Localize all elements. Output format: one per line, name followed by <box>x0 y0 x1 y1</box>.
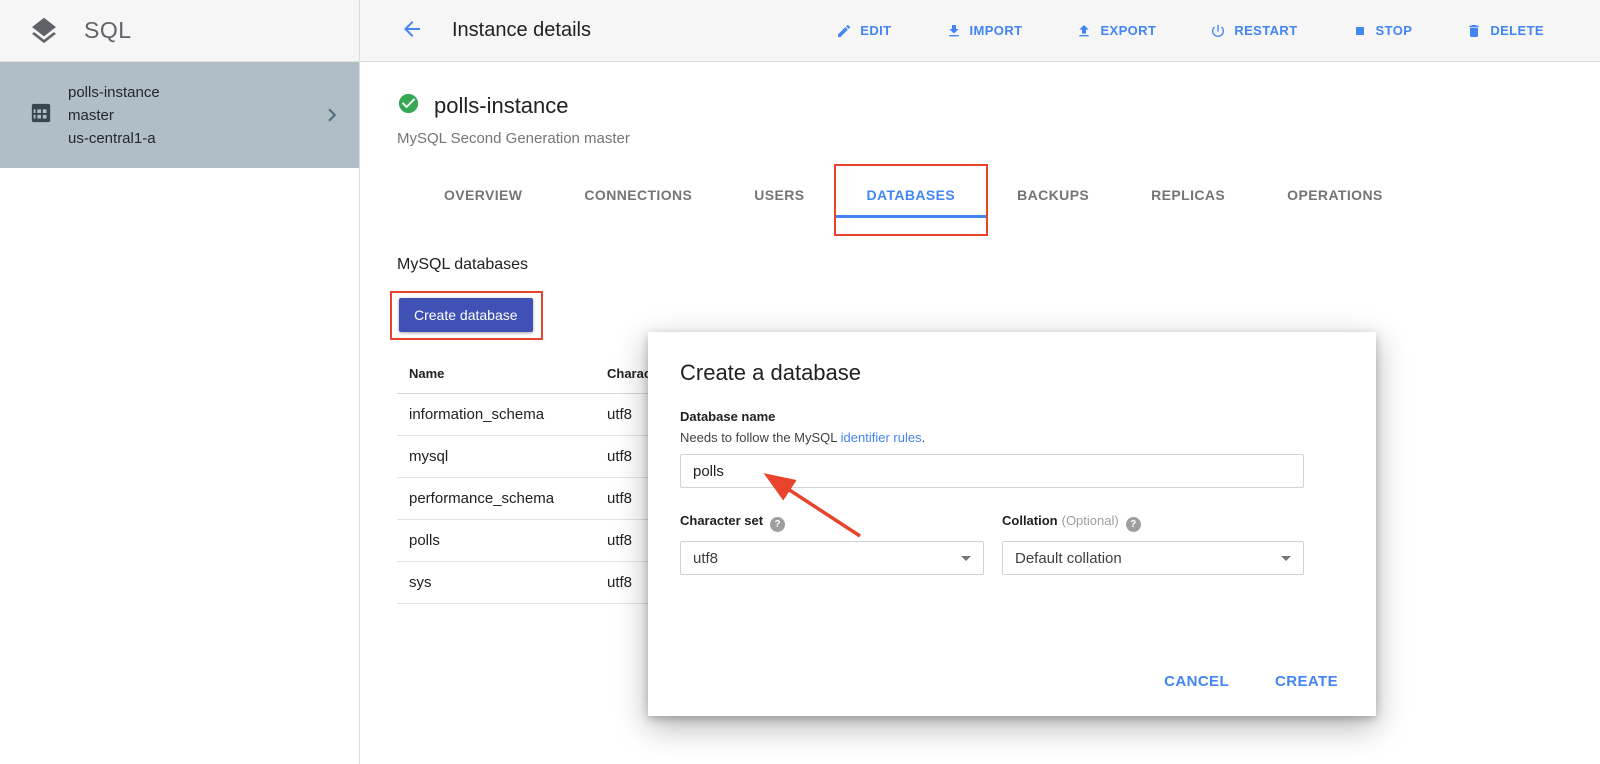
dropdown-caret-icon <box>961 556 971 561</box>
collation-dropdown[interactable]: Default collation <box>1002 541 1304 575</box>
check-circle-icon <box>397 92 420 120</box>
dialog-actions: CANCEL CREATE <box>1164 673 1338 690</box>
collation-label: Collation <box>1002 513 1058 528</box>
delete-button[interactable]: DELETE <box>1466 23 1544 39</box>
instances-sidebar: polls-instance master us-central1-a <box>0 62 360 764</box>
helper-text-suffix: . <box>922 430 926 445</box>
back-button[interactable] <box>400 17 424 44</box>
tab-backups[interactable]: BACKUPS <box>986 171 1120 218</box>
action-label: EDIT <box>860 23 891 38</box>
sidebar-instance-name: polls-instance <box>68 81 303 104</box>
tab-replicas[interactable]: REPLICAS <box>1120 171 1256 218</box>
tab-overview[interactable]: OVERVIEW <box>413 171 553 218</box>
instance-actions: EDIT IMPORT EXPORT RESTART STOP <box>836 23 1544 39</box>
instance-tabs: OVERVIEW CONNECTIONS USERS DATABASES BAC… <box>397 171 1600 218</box>
export-icon <box>1076 23 1092 39</box>
restart-icon <box>1210 23 1226 39</box>
app-root: SQL Instance details EDIT IMPORT <box>0 0 1600 764</box>
tab-connections[interactable]: CONNECTIONS <box>553 171 723 218</box>
import-icon <box>946 23 962 39</box>
database-name-field: Database name Needs to follow the MySQL … <box>680 408 1344 488</box>
character-set-value: utf8 <box>693 550 718 567</box>
chevron-right-icon <box>319 102 345 128</box>
instance-name: polls-instance <box>434 93 569 119</box>
action-label: IMPORT <box>970 23 1023 38</box>
create-database-wrap: Create database <box>399 298 533 332</box>
tab-users[interactable]: USERS <box>723 171 835 218</box>
identifier-rules-link[interactable]: identifier rules <box>841 430 922 445</box>
create-database-button[interactable]: Create database <box>399 298 533 332</box>
stop-button[interactable]: STOP <box>1352 23 1413 39</box>
topbar: SQL Instance details EDIT IMPORT <box>0 0 1600 62</box>
character-set-label: Character set <box>680 513 763 528</box>
database-name-input[interactable] <box>680 454 1304 488</box>
help-icon[interactable]: ? <box>1126 517 1141 532</box>
action-label: STOP <box>1376 23 1413 38</box>
edit-button[interactable]: EDIT <box>836 23 891 39</box>
charset-collation-row: Character set? utf8 Collation (Optional)?… <box>680 512 1344 575</box>
character-set-field: Character set? utf8 <box>680 512 984 575</box>
cancel-button[interactable]: CANCEL <box>1164 673 1229 690</box>
action-label: EXPORT <box>1100 23 1156 38</box>
delete-icon <box>1466 23 1482 39</box>
cloud-sql-logo-icon <box>28 15 60 47</box>
stop-icon <box>1352 23 1368 39</box>
instance-subtitle: MySQL Second Generation master <box>397 130 1600 147</box>
restart-button[interactable]: RESTART <box>1210 23 1297 39</box>
cell-db-name: information_schema <box>397 394 595 436</box>
action-label: RESTART <box>1234 23 1297 38</box>
create-button[interactable]: CREATE <box>1275 673 1338 690</box>
create-database-dialog: Create a database Database name Needs to… <box>648 332 1376 716</box>
action-label: DELETE <box>1490 23 1544 38</box>
dialog-title: Create a database <box>680 360 1344 386</box>
section-title: MySQL databases <box>397 256 1600 274</box>
tab-databases-label: DATABASES <box>867 187 956 203</box>
tab-databases[interactable]: DATABASES <box>836 171 987 218</box>
help-icon[interactable]: ? <box>770 517 785 532</box>
tab-operations[interactable]: OPERATIONS <box>1256 171 1414 218</box>
helper-text: Needs to follow the MySQL <box>680 430 841 445</box>
product-title: SQL <box>84 17 132 44</box>
sidebar-instance-role: master <box>68 104 303 127</box>
edit-icon <box>836 23 852 39</box>
page-title: Instance details <box>452 19 591 42</box>
collation-field: Collation (Optional)? Default collation <box>1002 512 1304 575</box>
product-header: SQL <box>0 0 360 61</box>
character-set-dropdown[interactable]: utf8 <box>680 541 984 575</box>
instance-header: polls-instance <box>397 92 1600 120</box>
cell-db-name: performance_schema <box>397 478 595 520</box>
dropdown-caret-icon <box>1281 556 1291 561</box>
grid-icon <box>30 102 52 129</box>
back-arrow-icon <box>400 17 424 44</box>
export-button[interactable]: EXPORT <box>1076 23 1156 39</box>
database-name-helper: Needs to follow the MySQL identifier rul… <box>680 430 1344 445</box>
sidebar-instance-info: polls-instance master us-central1-a <box>68 81 303 150</box>
sidebar-instance-zone: us-central1-a <box>68 127 303 150</box>
column-header-name: Name <box>397 354 595 394</box>
cell-db-name: mysql <box>397 436 595 478</box>
page-header: Instance details EDIT IMPORT EXPORT REST… <box>360 0 1600 61</box>
cell-db-name: polls <box>397 520 595 562</box>
collation-optional-hint: (Optional) <box>1062 513 1119 528</box>
cell-db-name: sys <box>397 562 595 604</box>
database-name-label: Database name <box>680 409 775 424</box>
collation-value: Default collation <box>1015 550 1122 567</box>
import-button[interactable]: IMPORT <box>946 23 1023 39</box>
sidebar-item-polls-instance[interactable]: polls-instance master us-central1-a <box>0 62 359 168</box>
